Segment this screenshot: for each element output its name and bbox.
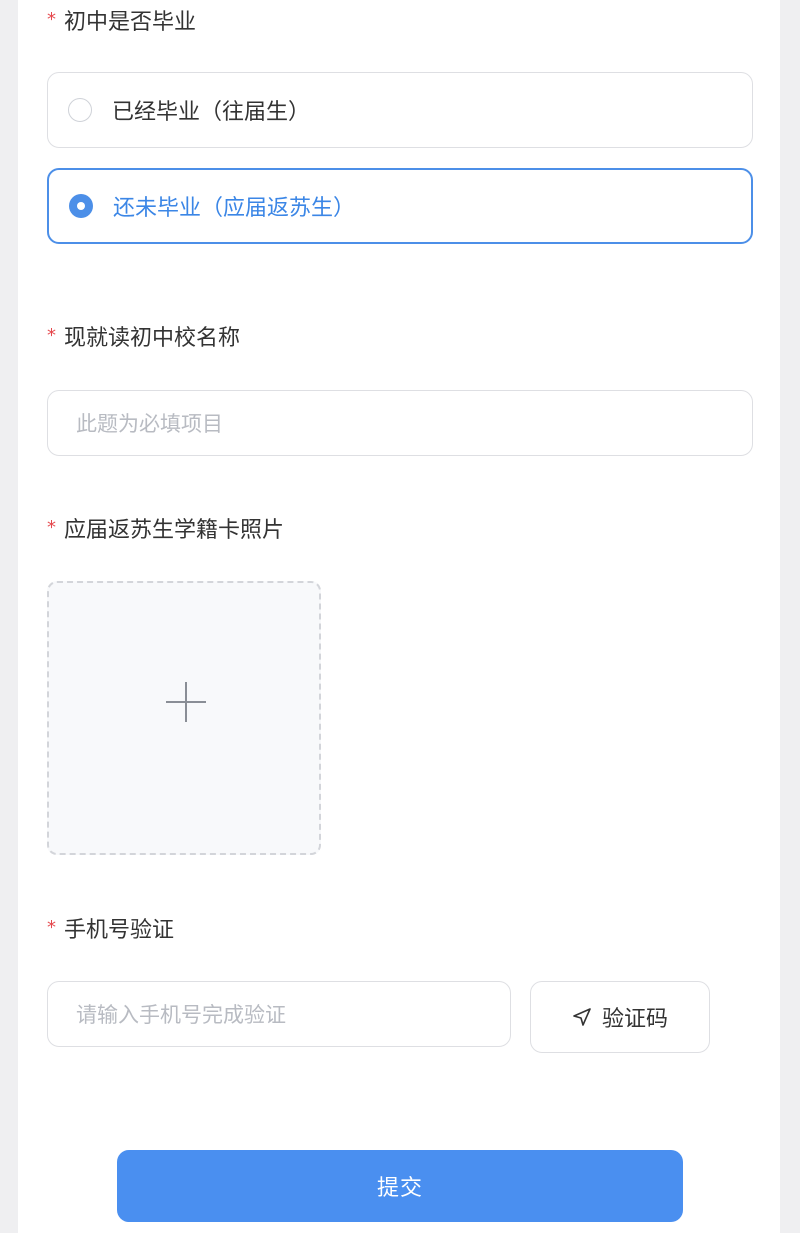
option-already-graduated-label: 已经毕业（往届生） [112, 100, 311, 125]
submit-label: 提交 [376, 1176, 423, 1201]
question-phone-text: 手机号验证 [64, 918, 175, 943]
get-code-button[interactable]: 验证码 [530, 981, 710, 1053]
send-icon [573, 1008, 591, 1026]
option-not-yet-graduated[interactable]: 还未毕业（应届返苏生） [47, 168, 753, 244]
question-school-label: * 现就读初中校名称 [47, 316, 240, 356]
required-mark: * [47, 325, 56, 346]
question-graduated-label: * 初中是否毕业 [47, 0, 196, 40]
required-mark: * [47, 9, 56, 30]
submit-button[interactable]: 提交 [117, 1150, 683, 1222]
question-graduated-text: 初中是否毕业 [64, 10, 197, 35]
option-already-graduated[interactable]: 已经毕业（往届生） [47, 72, 753, 148]
required-mark: * [47, 917, 56, 938]
get-code-label: 验证码 [601, 1007, 668, 1032]
radio-checked-icon[interactable] [69, 194, 93, 218]
question-photo-text: 应届返苏生学籍卡照片 [64, 518, 285, 543]
photo-upload-box[interactable] [47, 581, 321, 855]
phone-input[interactable]: 请输入手机号完成验证 [47, 981, 511, 1047]
radio-unchecked-icon[interactable] [68, 98, 92, 122]
required-mark: * [47, 517, 56, 538]
plus-icon-vertical [185, 682, 187, 722]
school-name-input[interactable]: 此题为必填项目 [47, 390, 753, 456]
phone-placeholder: 请输入手机号完成验证 [76, 1003, 286, 1027]
question-school-text: 现就读初中校名称 [64, 326, 241, 351]
question-phone-label: * 手机号验证 [47, 908, 174, 948]
school-name-placeholder: 此题为必填项目 [76, 412, 223, 436]
option-not-yet-graduated-label: 还未毕业（应届返苏生） [113, 196, 356, 221]
question-photo-label: * 应届返苏生学籍卡照片 [47, 508, 284, 548]
